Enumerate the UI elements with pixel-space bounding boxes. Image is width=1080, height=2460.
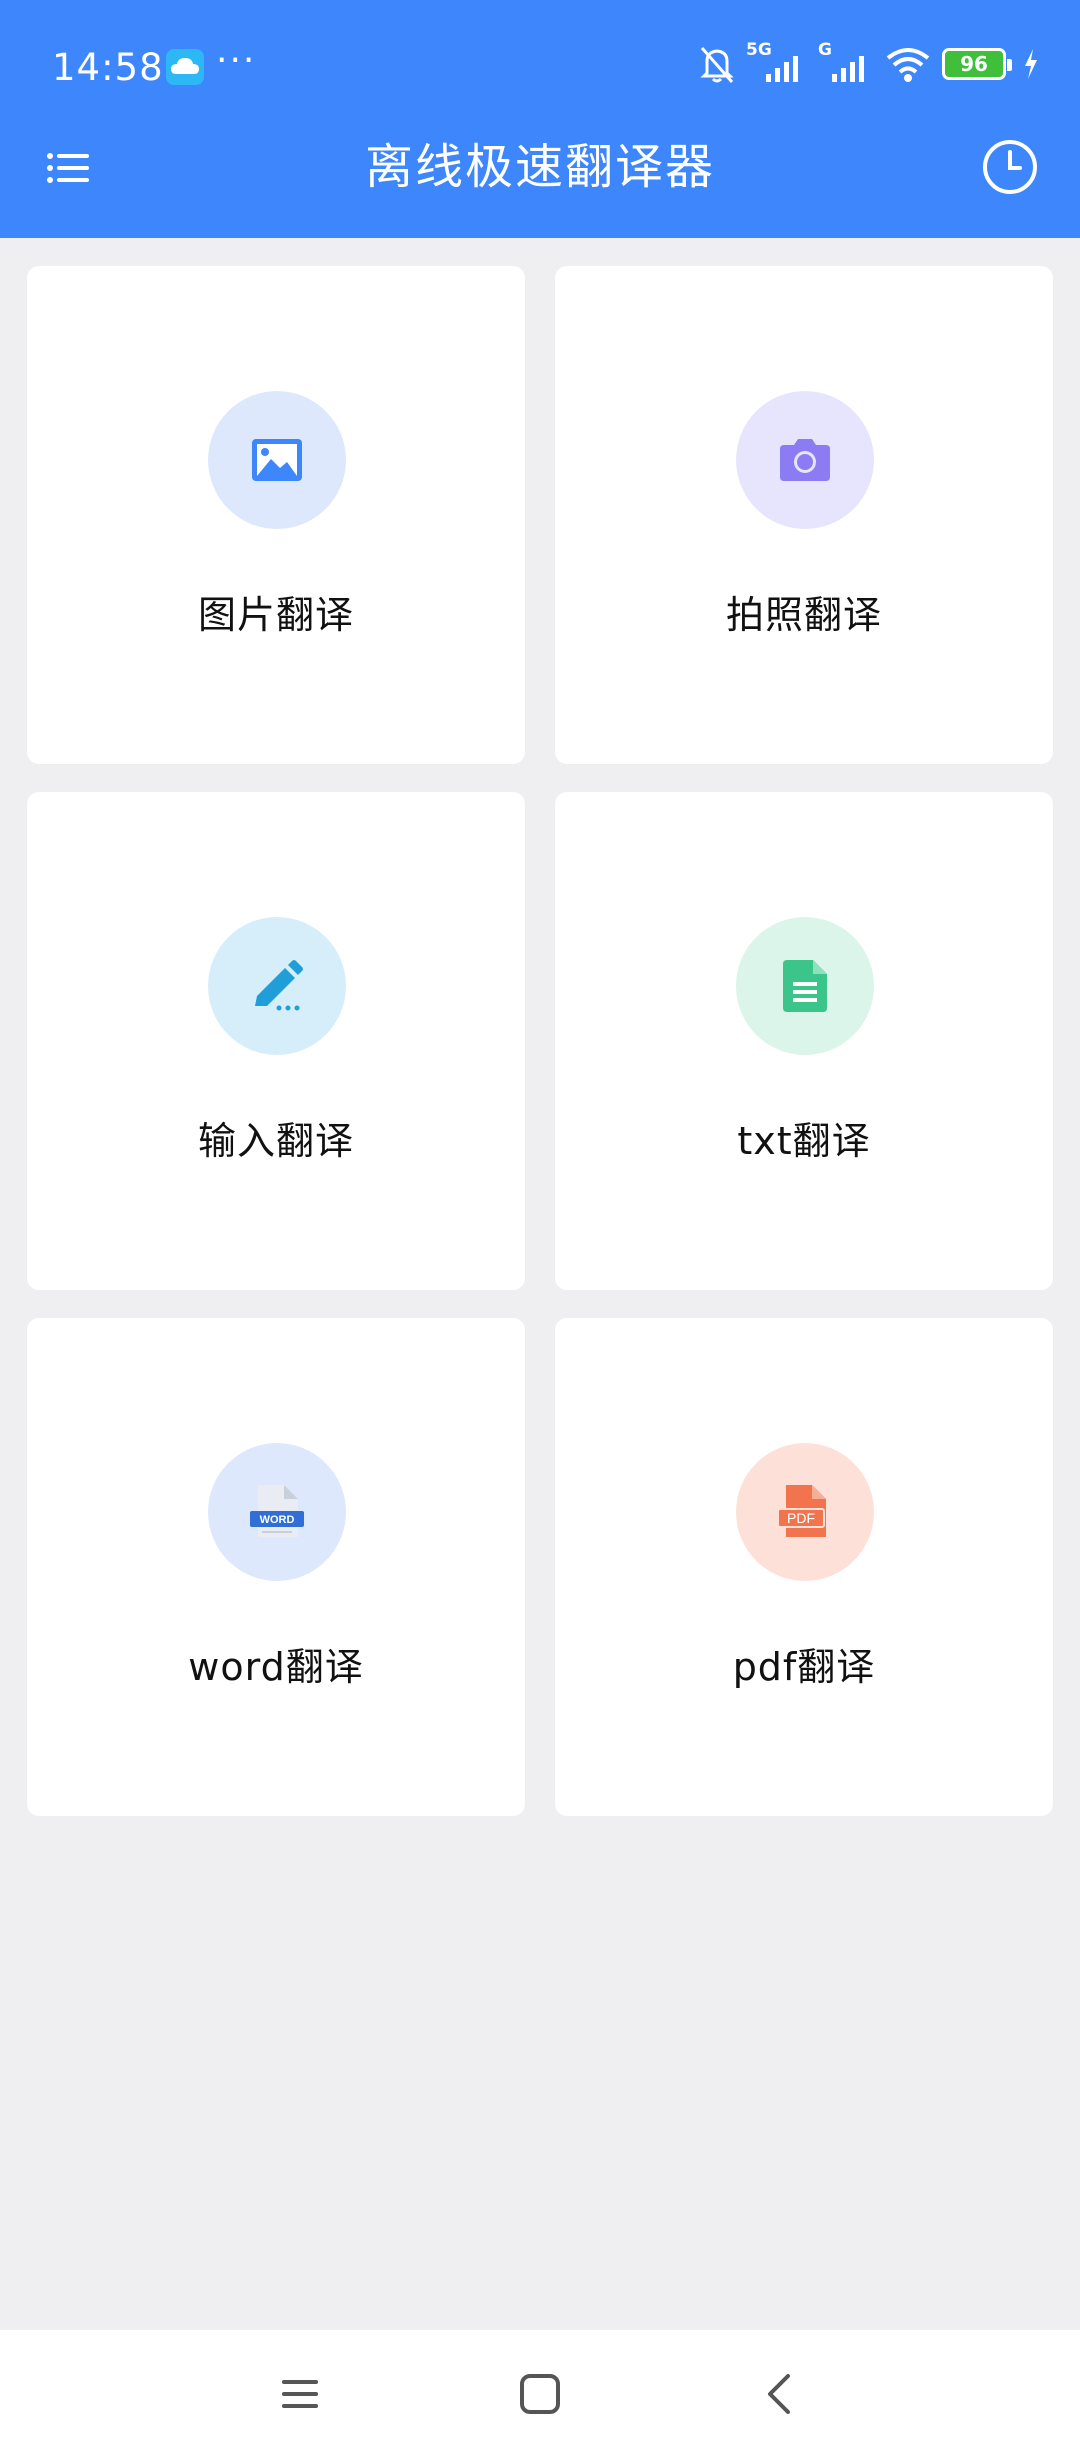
- document-icon: [783, 960, 827, 1012]
- clock-icon: [983, 140, 1037, 194]
- camera-icon: [780, 439, 830, 481]
- back-button[interactable]: [748, 2362, 812, 2426]
- mute-bell-icon: [700, 47, 734, 83]
- status-icons: 5G G 96: [698, 40, 1040, 84]
- app-header: 14:58 ··· 5G G 96 离线极速翻译器: [0, 0, 1080, 238]
- input-translate-card[interactable]: 输入翻译: [27, 792, 525, 1290]
- home-button[interactable]: [508, 2362, 572, 2426]
- card-label: txt翻译: [737, 1119, 871, 1163]
- wifi-icon: [886, 48, 930, 82]
- back-chevron-icon: [768, 2374, 790, 2414]
- camera-icon-circle: [736, 391, 874, 529]
- image-icon: [252, 439, 302, 481]
- card-label: 图片翻译: [197, 593, 354, 637]
- word-icon-circle: WORD: [208, 1443, 346, 1581]
- pdf-translate-card[interactable]: PDF pdf翻译: [555, 1318, 1053, 1816]
- history-button[interactable]: [980, 137, 1040, 197]
- image-translate-card[interactable]: 图片翻译: [27, 266, 525, 764]
- more-notifications-icon: ···: [216, 40, 257, 81]
- title-bar: 离线极速翻译器: [0, 135, 1080, 238]
- recent-apps-button[interactable]: [268, 2362, 332, 2426]
- pencil-icon-circle: [208, 917, 346, 1055]
- status-bar: 14:58 ··· 5G G 96: [0, 0, 1080, 135]
- menu-lines-icon: [282, 2380, 318, 2408]
- cloud-app-icon: [166, 49, 204, 85]
- card-label: word翻译: [188, 1645, 364, 1689]
- pdf-icon-circle: PDF: [736, 1443, 874, 1581]
- feature-grid: 图片翻译 拍照翻译 输入翻译 txt翻译 WORD word翻译 PDF pdf…: [27, 266, 1053, 1816]
- image-icon-circle: [208, 391, 346, 529]
- card-label: pdf翻译: [732, 1645, 876, 1689]
- document-icon-circle: [736, 917, 874, 1055]
- svg-text:WORD: WORD: [260, 1514, 295, 1526]
- page-title: 离线极速翻译器: [364, 139, 715, 195]
- txt-translate-card[interactable]: txt翻译: [555, 792, 1053, 1290]
- system-nav-bar: [0, 2330, 1080, 2460]
- card-label: 拍照翻译: [725, 593, 882, 637]
- signal-5g-icon: 5G: [746, 40, 808, 84]
- photo-translate-card[interactable]: 拍照翻译: [555, 266, 1053, 764]
- charging-icon: [1025, 49, 1037, 79]
- status-time: 14:58: [52, 46, 164, 89]
- svg-text:PDF: PDF: [787, 1510, 815, 1526]
- pencil-icon: [255, 960, 303, 1011]
- word-translate-card[interactable]: WORD word翻译: [27, 1318, 525, 1816]
- signal-g-icon: G: [818, 40, 874, 84]
- word-file-icon: WORD: [250, 1485, 304, 1537]
- battery-level: 96: [960, 52, 988, 76]
- battery-icon: 96: [942, 48, 1012, 80]
- square-home-icon: [520, 2374, 560, 2414]
- pdf-file-icon: PDF: [777, 1485, 826, 1537]
- card-label: 输入翻译: [197, 1119, 354, 1163]
